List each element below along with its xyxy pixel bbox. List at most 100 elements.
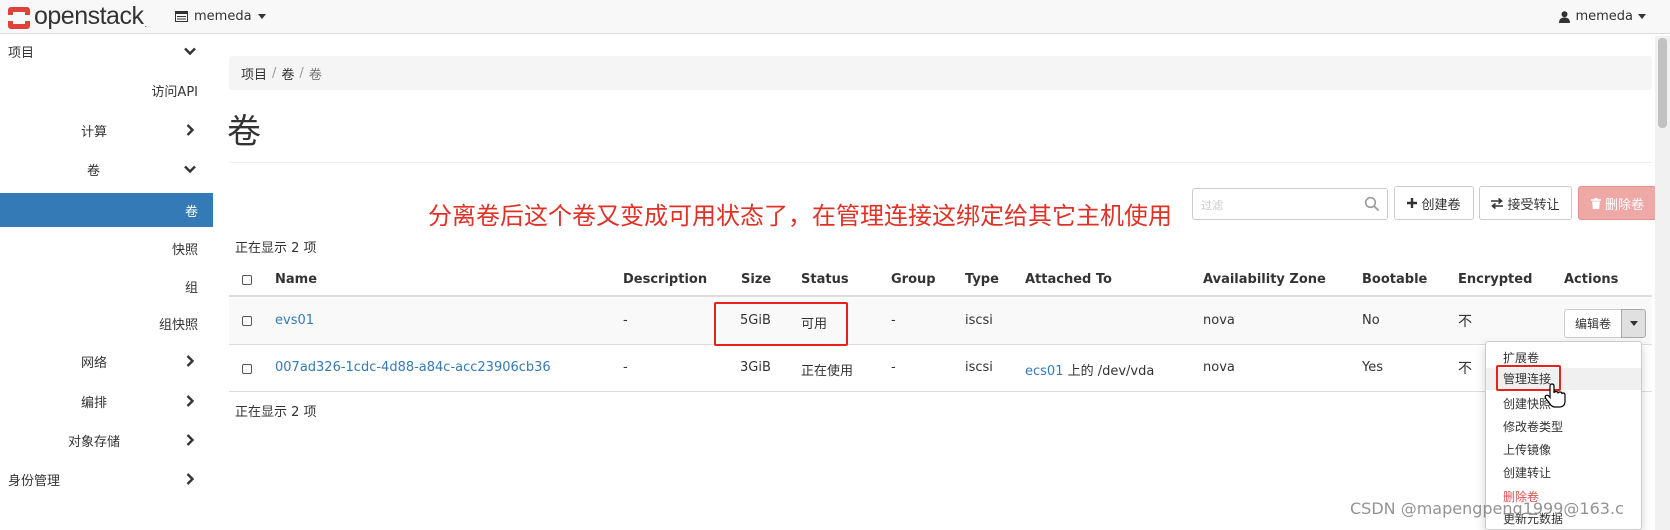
delete-volumes-label: 删除卷 [1604,197,1644,213]
sidebar-item-snapshots[interactable]: 快照 [0,231,213,265]
table-row: evs01 - 5GiB 可用 - iscsi nova No 不 [229,298,1652,345]
brand-name: openstack [34,2,144,30]
edit-volume-button[interactable]: 编辑卷 [1564,309,1622,338]
create-volume-label: 创建卷 [1421,197,1461,213]
breadcrumb-separator: / [272,65,277,81]
user-name: memeda [1575,9,1633,24]
volume-encrypted: 不 [1458,314,1472,330]
breadcrumb: 项目 / 卷 / 卷 [229,56,1652,90]
column-header-type[interactable]: Type [965,272,999,287]
volume-description: - [623,313,628,328]
search-placeholder: 过滤 [1201,199,1223,212]
accept-transfer-button[interactable]: 接受转让 [1479,186,1572,220]
volume-type: iscsi [965,360,993,375]
volume-description: - [623,360,628,375]
vertical-scrollbar[interactable] [1655,36,1670,530]
chevron-right-icon [186,355,195,367]
column-header-size[interactable]: Size [741,272,771,287]
sidebar-item-group-snapshots[interactable]: 组快照 [0,306,213,340]
sidebar-item-identity[interactable]: 身份管理 [0,462,213,496]
chevron-down-icon [184,47,196,56]
sidebar-item-label: 身份管理 [8,473,61,489]
column-header-group[interactable]: Group [891,272,936,287]
volume-encrypted: 不 [1458,361,1472,377]
attached-device: 上的 /dev/vda [1063,364,1155,379]
row-checkbox[interactable] [242,316,252,326]
create-volume-button[interactable]: 创建卷 [1394,186,1474,220]
project-icon [175,11,188,22]
table-row: 007ad326-1cdc-4d88-a84c-acc23906cb36 - 3… [229,345,1652,392]
sidebar-item-label: 卷 [184,204,198,220]
menu-item-create-transfer[interactable]: 创建转让 [1503,464,1551,481]
sidebar-item-project[interactable]: 项目 [0,34,213,68]
sidebar: 项目 访问API 计算 卷 卷 快照 组 组快照 网络 编排 对象存储 身份管理 [0,34,213,530]
column-header-status[interactable]: Status [801,272,849,287]
volume-size: 3GiB [740,360,771,375]
sidebar-item-label: 卷 [87,163,101,179]
instance-link[interactable]: ecs01 [1025,364,1063,379]
chevron-down-icon [1629,321,1638,326]
sidebar-item-label: 网络 [81,355,108,371]
search-input[interactable]: 过滤 [1192,188,1388,220]
sidebar-item-api-access[interactable]: 访问API [0,73,213,107]
delete-volumes-button[interactable]: 删除卷 [1578,186,1657,220]
search-icon[interactable] [1364,196,1380,212]
brand-trademark: . [144,20,148,29]
sidebar-item-label: 项目 [8,45,35,61]
chevron-right-icon [186,395,195,407]
chevron-right-icon [186,434,195,446]
volume-group: - [891,360,896,375]
accept-transfer-label: 接受转让 [1507,197,1560,213]
volume-status: 正在使用 [801,364,854,379]
column-header-description: Description [623,272,708,287]
chevron-right-icon [186,473,195,485]
select-all-checkbox[interactable] [242,275,252,285]
sidebar-item-orchestration[interactable]: 编排 [0,384,213,418]
row-checkbox[interactable] [242,364,252,374]
top-navbar: openstack . memeda memeda [0,0,1670,34]
sidebar-item-label: 编排 [81,395,108,411]
scrollbar-thumb[interactable] [1658,38,1667,128]
watermark: CSDN @mapengpeng1999@163.c [1350,499,1624,518]
volume-name-link[interactable]: evs01 [275,313,314,328]
sidebar-item-label: 计算 [81,124,108,140]
breadcrumb-item: 卷 [308,67,322,83]
volume-type: iscsi [965,313,993,328]
column-header-bootable[interactable]: Bootable [1362,272,1427,287]
volume-name-link[interactable]: 007ad326-1cdc-4d88-a84c-acc23906cb36 [275,360,551,375]
chevron-right-icon [186,124,195,136]
sidebar-item-volumes[interactable]: 卷 [0,193,213,227]
breadcrumb-item[interactable]: 项目 [241,64,267,83]
table-header: Name Description Size Status Group Type … [229,263,1652,297]
chevron-down-icon [1638,14,1646,19]
breadcrumb-item[interactable]: 卷 [281,64,294,83]
column-header-actions: Actions [1564,272,1619,287]
sidebar-item-label: 对象存储 [68,434,121,450]
project-selector[interactable]: memeda [175,9,266,24]
exchange-icon [1491,197,1504,209]
volume-availability-zone: nova [1203,313,1235,328]
sidebar-item-volumes-group[interactable]: 卷 [0,152,213,186]
menu-item-change-volume-type[interactable]: 修改卷类型 [1503,418,1563,435]
column-header-availability-zone[interactable]: Availability Zone [1203,272,1326,287]
annotation-text: 分离卷后这个卷又变成可用状态了，在管理连接这绑定给其它主机使用 [428,202,1172,230]
menu-item-upload-to-image[interactable]: 上传镜像 [1503,441,1551,458]
sidebar-item-label: 快照 [171,242,198,258]
openstack-logo[interactable]: openstack . [6,2,148,31]
user-menu[interactable]: memeda [1559,9,1646,24]
sidebar-item-network[interactable]: 网络 [0,344,213,378]
menu-item-extend-volume[interactable]: 扩展卷 [1503,349,1539,366]
openstack-logo-icon [6,5,32,31]
size-status-highlight [714,302,848,346]
column-header-attached-to[interactable]: Attached To [1025,272,1112,287]
row-actions-dropdown-toggle[interactable] [1621,309,1646,338]
trash-icon [1590,197,1601,209]
sidebar-item-compute[interactable]: 计算 [0,113,213,147]
sidebar-item-groups[interactable]: 组 [0,269,213,303]
column-header-name[interactable]: Name [275,272,317,287]
sidebar-item-object-storage[interactable]: 对象存储 [0,423,213,457]
sidebar-item-label: 访问API [151,84,198,100]
page-title: 卷 [227,112,261,152]
column-header-encrypted[interactable]: Encrypted [1458,272,1532,287]
plus-icon [1407,198,1418,208]
